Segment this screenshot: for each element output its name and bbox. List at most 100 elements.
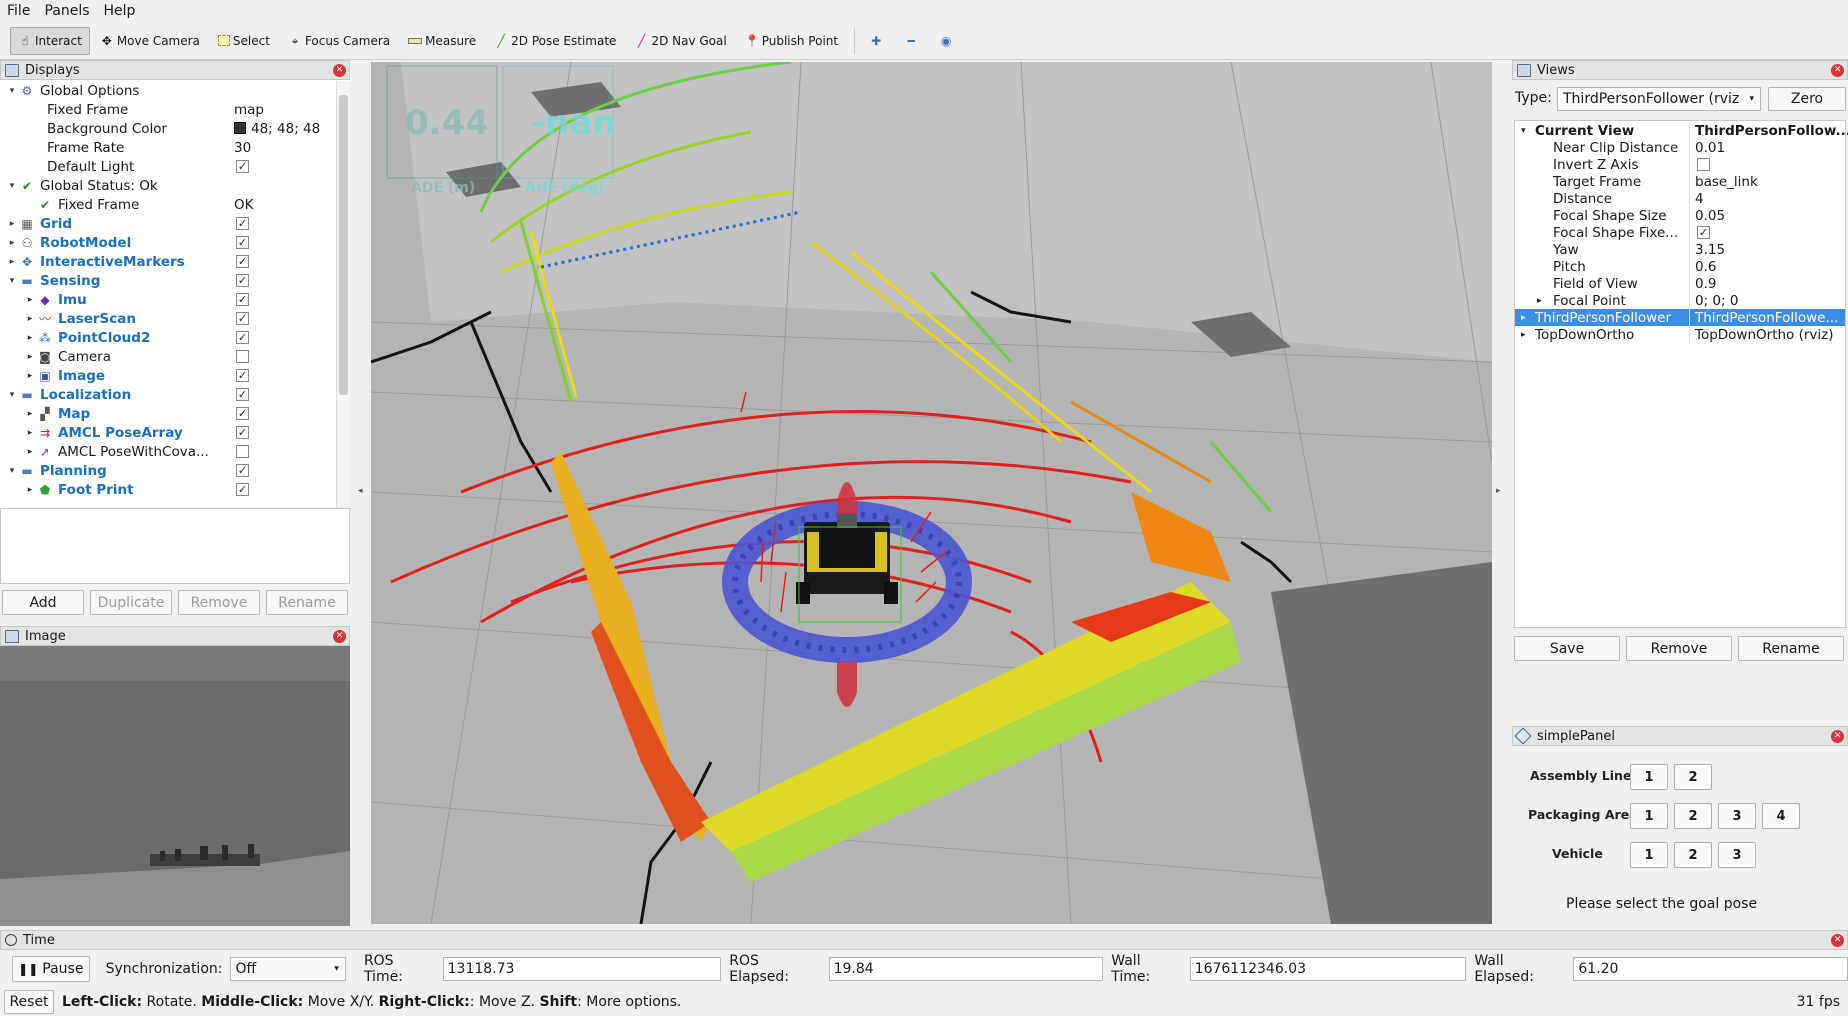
display-row-value[interactable]: 30 (234, 140, 251, 156)
view-property-value[interactable]: ThirdPersonFollowe... (1695, 310, 1838, 326)
pose-estimate-tool-button[interactable]: ╱ 2D Pose Estimate (486, 27, 624, 55)
view-property-checkbox[interactable] (1697, 158, 1710, 171)
display-row-value[interactable]: map (234, 102, 264, 118)
close-icon[interactable]: ✕ (1831, 730, 1844, 743)
collapsed-arrow-icon[interactable]: ▸ (7, 219, 17, 229)
view-row[interactable]: Invert Z Axis (1515, 156, 1845, 173)
collapsed-arrow-icon[interactable]: ▸ (25, 409, 35, 419)
enable-checkbox[interactable]: ✓ (236, 236, 249, 249)
display-row[interactable]: ▸ ✥ InteractiveMarkers ✓ (1, 252, 335, 271)
enable-checkbox[interactable]: ✓ (236, 160, 249, 173)
collapsed-arrow-icon[interactable]: ▸ (25, 295, 35, 305)
view-property-value[interactable]: TopDownOrtho (rviz) (1695, 327, 1834, 343)
packaging-area-1-button[interactable]: 1 (1630, 803, 1668, 829)
enable-checkbox[interactable] (236, 445, 249, 458)
enable-checkbox[interactable] (236, 350, 249, 363)
move-camera-tool-button[interactable]: ✥ Move Camera (92, 27, 208, 55)
remove-view-button[interactable]: Remove (1626, 636, 1732, 661)
collapsed-arrow-icon[interactable]: ▸ (1521, 313, 1526, 323)
left-splitter-arrow[interactable]: ◂ (358, 486, 363, 496)
view-row[interactable]: Focal Shape Size 0.05 (1515, 207, 1845, 224)
display-row[interactable]: ▸ ⚇ RobotModel ✓ (1, 233, 335, 252)
collapsed-arrow-icon[interactable]: ▸ (25, 447, 35, 457)
wall-time-field[interactable]: 1676112346.03 (1189, 957, 1467, 981)
collapsed-arrow-icon[interactable]: ▸ (7, 257, 17, 267)
view-row[interactable]: Field of View 0.9 (1515, 275, 1845, 292)
3d-viewport[interactable]: 0.44 ADE (m) -nan AHE (deg) (371, 62, 1492, 924)
ros-time-field[interactable]: 13118.73 (442, 957, 722, 981)
view-row[interactable]: ▸ ThirdPersonFollower ThirdPersonFollowe..… (1515, 309, 1845, 326)
display-row[interactable]: ▾ ✔ Global Status: Ok (1, 176, 335, 195)
wall-elapsed-field[interactable]: 61.20 (1573, 957, 1848, 981)
rename-display-button[interactable]: Rename (266, 590, 348, 615)
view-row[interactable]: Yaw 3.15 (1515, 241, 1845, 258)
close-icon[interactable]: ✕ (1831, 64, 1844, 77)
vehicle-2-button[interactable]: 2 (1674, 842, 1712, 868)
display-row[interactable]: ▸ ⬟ Foot Print ✓ (1, 480, 335, 499)
sync-select[interactable]: Off ▾ (230, 957, 346, 981)
display-row[interactable]: ▸ ▦ Grid ✓ (1, 214, 335, 233)
collapsed-arrow-icon[interactable]: ▸ (1521, 330, 1526, 340)
focus-camera-tool-button[interactable]: ⌖ Focus Camera (280, 27, 398, 55)
display-row[interactable]: ▸ ▞ Map ✓ (1, 404, 335, 423)
remove-display-button[interactable]: Remove (178, 590, 260, 615)
collapsed-arrow-icon[interactable]: ▸ (25, 352, 35, 362)
display-row[interactable]: ▾ ⚙ Global Options (1, 81, 335, 100)
nav-goal-tool-button[interactable]: ╱ 2D Nav Goal (626, 27, 734, 55)
view-row[interactable]: ▸ TopDownOrtho TopDownOrtho (rviz) (1515, 326, 1845, 343)
display-row[interactable]: ▸ ➚ AMCL PoseWithCova... (1, 442, 335, 461)
interact-tool-button[interactable]: ☝ Interact (10, 26, 90, 55)
collapsed-arrow-icon[interactable]: ▸ (1537, 296, 1542, 306)
enable-checkbox[interactable]: ✓ (236, 331, 249, 344)
packaging-area-2-button[interactable]: 2 (1674, 803, 1712, 829)
display-row[interactable]: ▾ ▬ Sensing ✓ (1, 271, 335, 290)
duplicate-display-button[interactable]: Duplicate (90, 590, 172, 615)
enable-checkbox[interactable]: ✓ (236, 293, 249, 306)
close-icon[interactable]: ✕ (1831, 934, 1844, 947)
publish-point-tool-button[interactable]: 📍 Publish Point (737, 27, 846, 55)
vehicle-3-button[interactable]: 3 (1718, 842, 1756, 868)
expanded-arrow-icon[interactable]: ▾ (7, 466, 17, 476)
display-row[interactable]: ▾ ▬ Localization ✓ (1, 385, 335, 404)
expanded-arrow-icon[interactable]: ▾ (7, 86, 17, 96)
view-type-select[interactable]: ThirdPersonFollower (rviz ▾ (1557, 87, 1761, 111)
view-row[interactable]: Target Frame base_link (1515, 173, 1845, 190)
display-row[interactable]: ▸ ◆ Imu ✓ (1, 290, 335, 309)
view-property-value[interactable]: ThirdPersonFollow... (1695, 123, 1848, 139)
enable-checkbox[interactable]: ✓ (236, 483, 249, 496)
select-tool-button[interactable]: Select (210, 27, 278, 55)
view-property-value[interactable]: 0.6 (1695, 259, 1716, 275)
display-row-value[interactable]: 48; 48; 48 (234, 121, 320, 137)
view-row[interactable]: ▾ Current View ThirdPersonFollow... (1515, 122, 1848, 139)
collapsed-arrow-icon[interactable]: ▸ (25, 485, 35, 495)
display-row[interactable]: ▸ ⁂ PointCloud2 ✓ (1, 328, 335, 347)
view-row[interactable]: Focal Shape Fixe... ✓ (1515, 224, 1845, 241)
enable-checkbox[interactable]: ✓ (236, 426, 249, 439)
packaging-area-3-button[interactable]: 3 (1718, 803, 1756, 829)
enable-checkbox[interactable]: ✓ (236, 388, 249, 401)
remove-tool-button[interactable]: ━ (896, 27, 929, 55)
right-splitter-arrow[interactable]: ▸ (1496, 486, 1501, 496)
display-row[interactable]: Frame Rate 30 (1, 138, 335, 157)
measure-tool-button[interactable]: Measure (400, 27, 484, 55)
view-row[interactable]: ▸ Focal Point 0; 0; 0 (1515, 292, 1845, 309)
menu-help[interactable]: Help (97, 3, 143, 19)
close-icon[interactable]: ✕ (333, 630, 346, 643)
assembly-line-1-button[interactable]: 1 (1630, 764, 1668, 790)
enable-checkbox[interactable]: ✓ (236, 407, 249, 420)
expanded-arrow-icon[interactable]: ▾ (1521, 126, 1526, 136)
reset-button[interactable]: Reset (4, 990, 54, 1014)
add-tool-button[interactable]: ✚ (861, 27, 894, 55)
ros-elapsed-field[interactable]: 19.84 (828, 957, 1104, 981)
view-property-value[interactable]: base_link (1695, 174, 1758, 190)
zero-button[interactable]: Zero (1768, 87, 1846, 111)
enable-checkbox[interactable]: ✓ (236, 312, 249, 325)
display-row[interactable]: Fixed Frame map (1, 100, 335, 119)
view-property-value[interactable]: 3.15 (1695, 242, 1725, 258)
collapsed-arrow-icon[interactable]: ▸ (25, 333, 35, 343)
assembly-line-2-button[interactable]: 2 (1674, 764, 1712, 790)
display-row-value[interactable]: OK (234, 197, 253, 213)
save-view-button[interactable]: Save (1514, 636, 1620, 661)
view-property-value[interactable]: 4 (1695, 191, 1704, 207)
enable-checkbox[interactable]: ✓ (236, 217, 249, 230)
